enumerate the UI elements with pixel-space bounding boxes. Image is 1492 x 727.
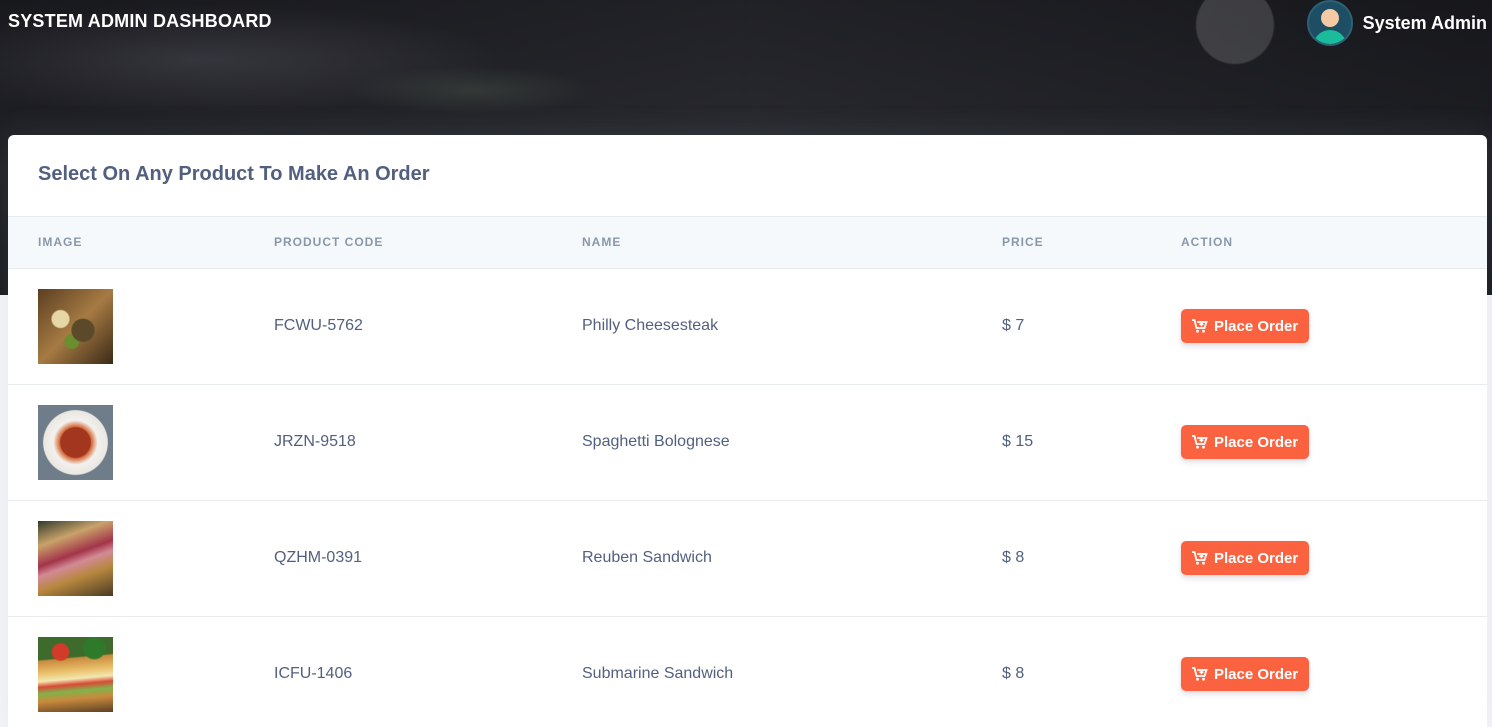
product-name: Spaghetti Bolognese bbox=[552, 384, 972, 501]
product-price: $ 8 bbox=[972, 500, 1151, 617]
product-code: QZHM-0391 bbox=[244, 500, 552, 617]
product-price: $ 7 bbox=[972, 268, 1151, 385]
table-row: ICFU-1406 Submarine Sandwich $ 8 Place O… bbox=[8, 616, 1487, 727]
column-header-action: ACTION bbox=[1151, 217, 1487, 269]
table-row: QZHM-0391 Reuben Sandwich $ 8 Place Orde… bbox=[8, 500, 1487, 617]
product-price: $ 8 bbox=[972, 616, 1151, 727]
products-table: IMAGE PRODUCT CODE NAME PRICE ACTION FCW… bbox=[8, 217, 1487, 727]
column-header-name: NAME bbox=[552, 217, 972, 269]
place-order-button[interactable]: Place Order bbox=[1181, 657, 1310, 691]
dashboard-title: SYSTEM ADMIN DASHBOARD bbox=[8, 11, 272, 31]
place-order-button[interactable]: Place Order bbox=[1181, 541, 1310, 575]
place-order-button[interactable]: Place Order bbox=[1181, 425, 1310, 459]
place-order-label: Place Order bbox=[1214, 433, 1299, 451]
column-header-product-code: PRODUCT CODE bbox=[244, 217, 552, 269]
place-order-button[interactable]: Place Order bbox=[1181, 309, 1310, 343]
table-row: FCWU-5762 Philly Cheesesteak $ 7 Place O… bbox=[8, 268, 1487, 385]
product-code: JRZN-9518 bbox=[244, 384, 552, 501]
product-price: $ 15 bbox=[972, 384, 1151, 501]
card-header: Select On Any Product To Make An Order bbox=[8, 135, 1487, 217]
place-order-label: Place Order bbox=[1214, 317, 1299, 335]
product-code: FCWU-5762 bbox=[244, 268, 552, 385]
user-menu[interactable]: System Admin bbox=[1306, 0, 1487, 46]
place-order-label: Place Order bbox=[1214, 665, 1299, 683]
user-name[interactable]: System Admin bbox=[1363, 13, 1487, 34]
column-header-image: IMAGE bbox=[8, 217, 244, 269]
user-avatar[interactable] bbox=[1306, 0, 1353, 46]
cart-plus-icon bbox=[1192, 435, 1208, 449]
product-name: Submarine Sandwich bbox=[552, 616, 972, 727]
table-row: JRZN-9518 Spaghetti Bolognese $ 15 Place… bbox=[8, 384, 1487, 501]
product-card: Select On Any Product To Make An Order I… bbox=[8, 135, 1487, 727]
cart-plus-icon bbox=[1192, 551, 1208, 565]
column-header-price: PRICE bbox=[972, 217, 1151, 269]
card-title: Select On Any Product To Make An Order bbox=[38, 163, 430, 185]
table-header-row: IMAGE PRODUCT CODE NAME PRICE ACTION bbox=[8, 217, 1487, 269]
product-image bbox=[38, 520, 113, 596]
cart-plus-icon bbox=[1192, 667, 1208, 681]
product-code: ICFU-1406 bbox=[244, 616, 552, 727]
product-name: Philly Cheesesteak bbox=[552, 268, 972, 385]
product-image bbox=[38, 636, 113, 712]
product-image bbox=[38, 404, 113, 480]
place-order-label: Place Order bbox=[1214, 549, 1299, 567]
product-name: Reuben Sandwich bbox=[552, 500, 972, 617]
product-image bbox=[38, 288, 113, 364]
cart-plus-icon bbox=[1192, 319, 1208, 333]
